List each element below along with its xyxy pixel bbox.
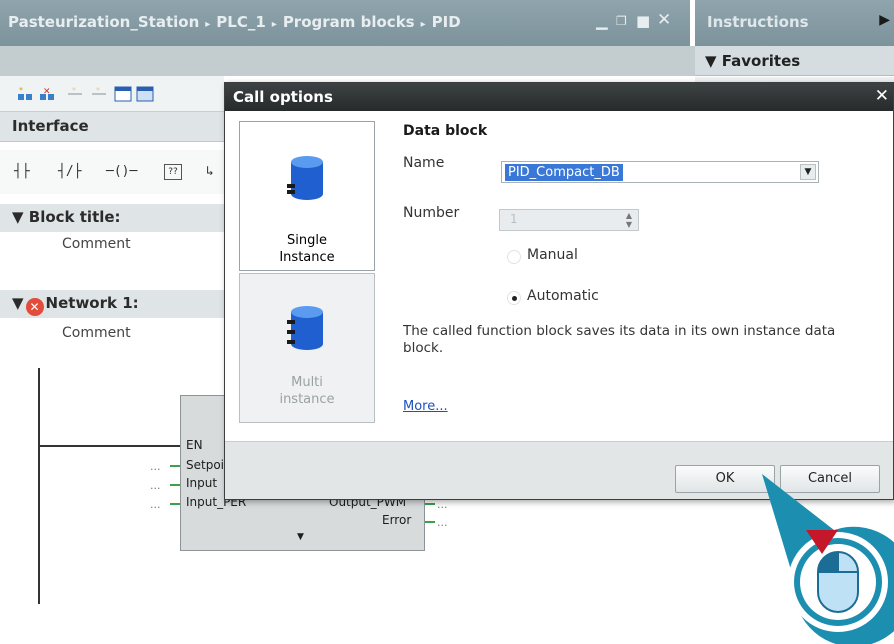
network-label: ▼ ✕ Network 1: — [12, 294, 139, 316]
name-label: Name — [403, 155, 445, 171]
data-block-heading: Data block — [403, 123, 488, 139]
pin-error[interactable]: Error — [382, 513, 411, 527]
breadcrumb-project[interactable]: Pasteurization_Station — [8, 13, 199, 31]
normally-open-contact-icon[interactable]: ┤├ — [14, 164, 30, 179]
favorites-header[interactable]: ▼ Favorites — [695, 46, 894, 76]
input-per-placeholder[interactable]: ... — [150, 498, 161, 511]
multi-instance-label-2: instance — [279, 392, 335, 407]
instructions-tab[interactable]: Instructions ▶ — [695, 0, 894, 46]
collapse-triangle-icon: ▼ — [12, 294, 24, 312]
favorites-text: Favorites — [721, 52, 801, 70]
editor-titlebar: Pasteurization_Station ▸ PLC_1 ▸ Program blo… — [0, 0, 690, 46]
more-link[interactable]: More... — [403, 399, 448, 414]
svg-text:*: * — [72, 86, 76, 95]
block-comment[interactable]: Comment — [62, 236, 131, 252]
delete-network-icon[interactable]: ✕ — [38, 86, 56, 102]
input-wire — [170, 484, 180, 486]
mouse-click-callout — [762, 474, 894, 644]
open-branch-icon[interactable]: ↳ — [206, 164, 214, 179]
expand-arrow-icon[interactable]: ▶ — [879, 12, 890, 28]
breadcrumb-separator-icon: ▸ — [271, 19, 277, 30]
single-instance-option[interactable]: Single Instance — [239, 121, 375, 271]
automatic-label: Automatic — [527, 288, 599, 304]
breadcrumb: Pasteurization_Station ▸ PLC_1 ▸ Program blo… — [8, 13, 461, 31]
svg-text:*: * — [96, 86, 100, 95]
error-placeholder[interactable]: ... — [437, 516, 448, 529]
chevron-down-icon[interactable]: ▼ — [800, 164, 816, 180]
single-instance-label-2: Instance — [279, 250, 335, 265]
close-icon[interactable]: ✕ — [657, 10, 671, 30]
setpoint-wire — [170, 465, 180, 467]
open-networks-icon[interactable] — [114, 86, 132, 102]
block-title-label: ▼ Block title: — [12, 208, 121, 226]
spinner-icon: ▲ ▼ — [625, 211, 632, 229]
description-text: The called function block saves its data… — [403, 323, 836, 356]
output-pwm-wire — [425, 503, 435, 505]
error-wire — [425, 521, 435, 523]
breadcrumb-program-blocks[interactable]: Program blocks — [283, 13, 415, 31]
block-toolbar: * ✕ * * — [0, 76, 224, 112]
error-icon: ✕ — [25, 298, 44, 316]
manual-label: Manual — [527, 247, 578, 263]
expand-box-icon[interactable]: ▼ — [297, 532, 304, 542]
coil-icon[interactable]: ─()─ — [106, 164, 137, 179]
number-field: 1 ▲ ▼ — [499, 209, 639, 231]
manual-radio[interactable] — [507, 250, 521, 264]
multi-instance-option[interactable]: Multi instance — [239, 273, 375, 423]
normally-closed-contact-icon[interactable]: ┤/├ — [58, 164, 81, 179]
multi-instance-label-1: Multi — [291, 375, 323, 390]
automatic-radio[interactable] — [507, 291, 521, 305]
setpoint-placeholder[interactable]: ... — [150, 460, 161, 473]
block-title-text: Block title: — [28, 208, 121, 226]
ladder-favorites-bar: ┤├ ┤/├ ─()─ ?? ↳ — [0, 150, 224, 194]
restore-icon[interactable]: ❐ — [616, 14, 627, 28]
dialog-title: Call options — [233, 88, 333, 106]
power-rail — [38, 368, 40, 604]
input-placeholder[interactable]: ... — [150, 479, 161, 492]
dialog-close-icon[interactable]: ✕ — [875, 86, 889, 106]
pin-input[interactable]: Input — [186, 476, 217, 490]
number-value: 1 — [510, 212, 518, 226]
insert-row-icon[interactable]: * — [66, 86, 84, 102]
add-row-icon[interactable]: * — [90, 86, 108, 102]
collapse-triangle-icon: ▼ — [12, 208, 24, 226]
breadcrumb-separator-icon: ▸ — [205, 19, 211, 30]
minimize-icon[interactable]: ▁ — [596, 12, 608, 30]
data-block-icon — [287, 156, 323, 200]
interface-bar[interactable]: Interface — [0, 112, 224, 142]
en-connection-line — [40, 445, 180, 447]
name-value: PID_Compact_DB — [505, 164, 623, 181]
network-1-bar[interactable]: ▼ ✕ Network 1: — [0, 290, 224, 318]
multi-data-block-icon — [287, 306, 323, 350]
collapse-triangle-icon: ▼ — [705, 52, 717, 70]
dialog-body: Single Instance Multi instance Data bloc… — [225, 111, 893, 441]
maximize-icon[interactable]: ■ — [636, 12, 650, 30]
name-dropdown[interactable]: PID_Compact_DB ▼ — [501, 161, 819, 183]
favorites-label: ▼ Favorites — [705, 52, 800, 70]
breadcrumb-block[interactable]: PID — [432, 13, 461, 31]
insert-network-icon[interactable]: * — [16, 86, 34, 102]
input-per-wire — [170, 503, 180, 505]
block-title-bar[interactable]: ▼ Block title: — [0, 204, 224, 232]
svg-text:*: * — [19, 86, 23, 95]
breadcrumb-plc[interactable]: PLC_1 — [216, 13, 266, 31]
network-title-text: Network 1: — [45, 294, 139, 312]
call-options-dialog: Call options ✕ Single Instance Multi ins… — [224, 82, 894, 500]
number-label: Number — [403, 205, 460, 221]
pin-en[interactable]: EN — [186, 438, 203, 452]
single-instance-label-1: Single — [287, 233, 327, 248]
network-comment[interactable]: Comment — [62, 325, 131, 341]
editor-top-strip — [0, 46, 695, 76]
close-networks-icon[interactable] — [136, 86, 154, 102]
svg-text:✕: ✕ — [43, 87, 51, 97]
dialog-titlebar[interactable]: Call options ✕ — [225, 83, 893, 111]
breadcrumb-separator-icon: ▸ — [420, 19, 426, 30]
empty-box-icon[interactable]: ?? — [164, 164, 182, 180]
instructions-label: Instructions — [707, 13, 809, 31]
interface-label: Interface — [12, 117, 89, 135]
